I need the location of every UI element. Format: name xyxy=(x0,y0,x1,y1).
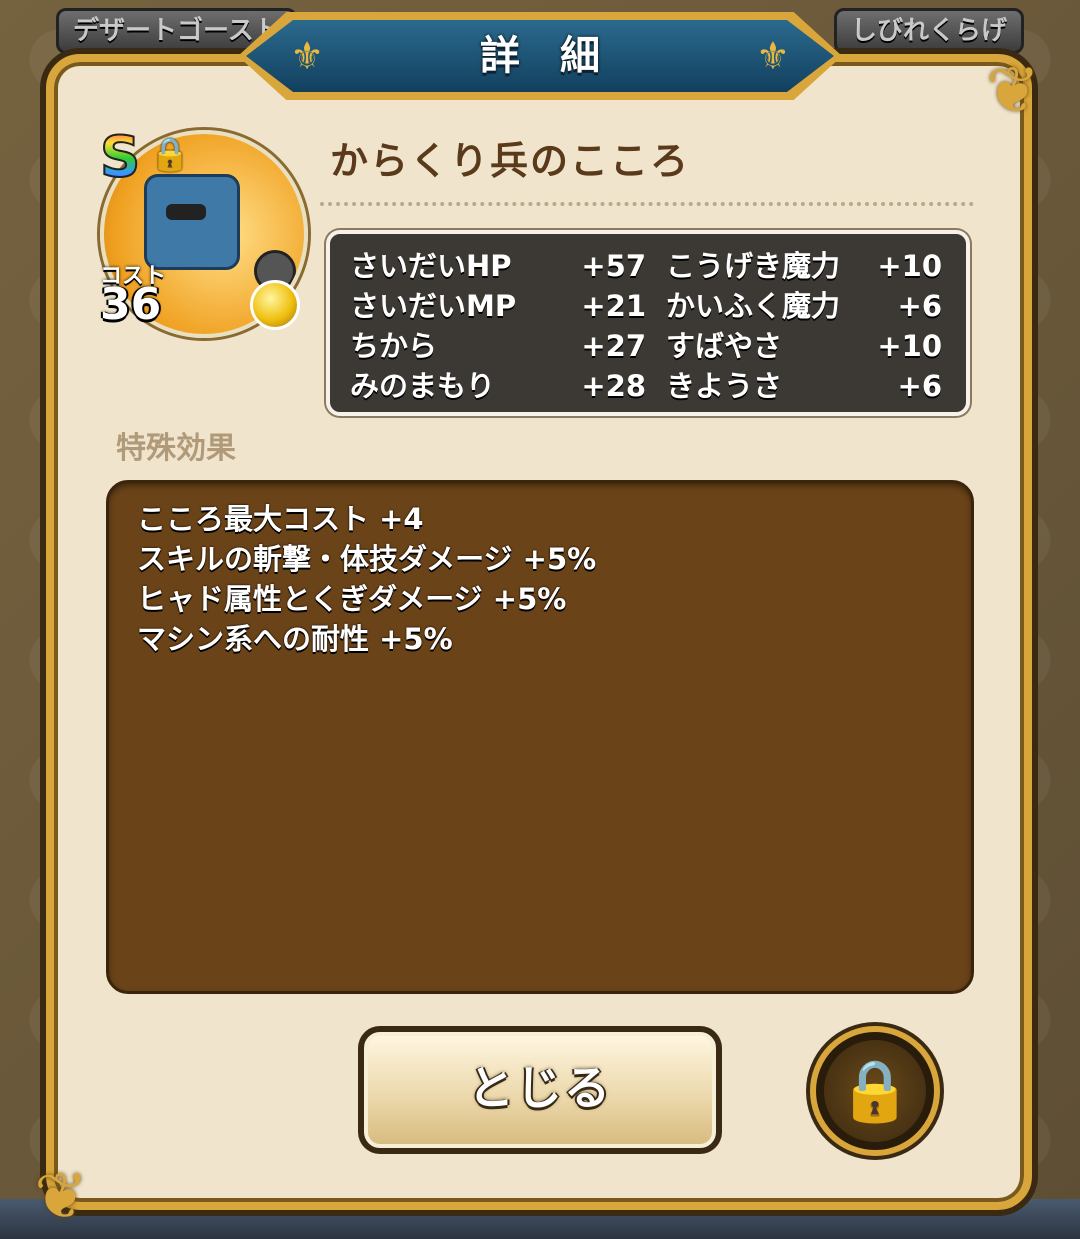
stat-value: +57 xyxy=(581,249,646,283)
cost-value: 36 xyxy=(100,279,162,330)
stat-value: +28 xyxy=(581,369,646,403)
stats-panel: さいだいHP +57 さいだいMP +21 ちから +27 みのまもり +28 … xyxy=(326,230,970,416)
title-banner: ⚜ ⚜ 詳細 xyxy=(238,12,842,100)
stat-name: みのまもり xyxy=(350,369,496,403)
ornament-corner-icon: ❦ xyxy=(34,1160,88,1234)
ornament-corner-icon: ❦ xyxy=(986,54,1040,128)
padlock-icon: 🔒 xyxy=(824,1040,926,1142)
stat-value: +10 xyxy=(877,329,942,363)
stat-value: +6 xyxy=(897,289,942,323)
special-effects-label: 特殊効果 xyxy=(116,431,236,466)
gold-orb-icon xyxy=(250,280,300,330)
stat-name: さいだいHP xyxy=(350,249,512,283)
lock-status-icon: 🔒 xyxy=(150,135,190,173)
effect-item: スキルの斬撃・体技ダメージ +5% xyxy=(137,542,597,576)
divider xyxy=(320,202,974,206)
robot-image xyxy=(144,174,240,270)
lock-button[interactable]: 🔒 xyxy=(810,1026,940,1156)
stat-value: +27 xyxy=(581,329,646,363)
stat-value: +10 xyxy=(877,249,942,283)
stat-name: ちから xyxy=(350,329,438,363)
effect-item: こころ最大コスト +4 xyxy=(137,502,424,536)
effect-item: ヒャド属性とくぎダメージ +5% xyxy=(137,582,567,616)
stat-value: +21 xyxy=(581,289,646,323)
dialog-title: 詳細 xyxy=(480,33,640,79)
effect-item: マシン系への耐性 +5% xyxy=(137,622,453,656)
stat-name: さいだいMP xyxy=(350,289,517,323)
special-effects-panel[interactable]: こころ最大コスト +4 スキルの斬撃・体技ダメージ +5% ヒャド属性とくぎダメ… xyxy=(106,480,974,994)
close-button-label: とじる xyxy=(364,1032,716,1148)
rank-badge: S xyxy=(99,125,141,190)
stat-value: +6 xyxy=(897,369,942,403)
item-name: からくり兵のこころ xyxy=(330,139,691,183)
close-button[interactable]: とじる xyxy=(358,1026,722,1154)
